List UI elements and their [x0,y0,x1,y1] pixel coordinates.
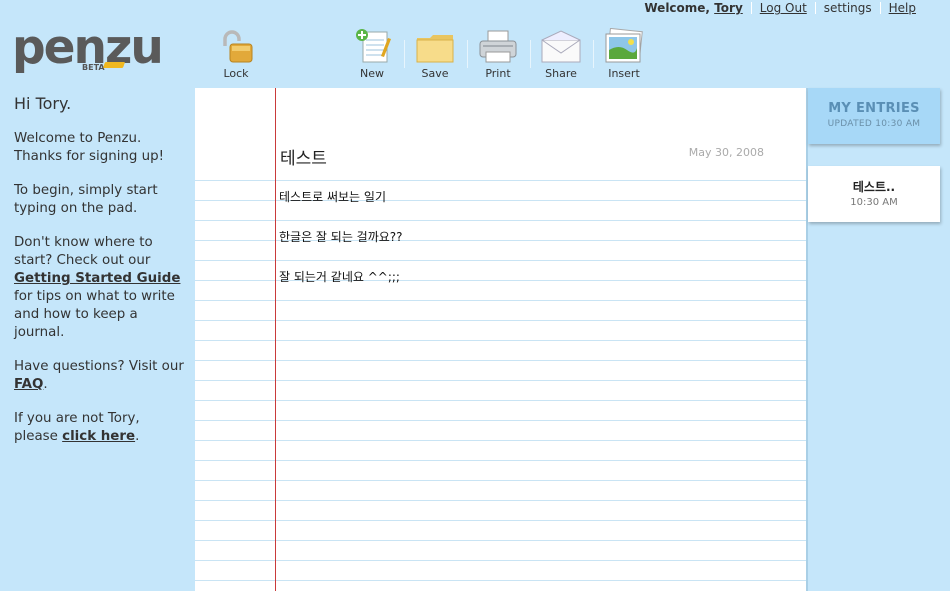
username-link[interactable]: Tory [714,1,743,15]
settings-link[interactable]: settings [824,1,872,15]
welcome-prefix: Welcome, [644,1,710,15]
envelope-icon [531,28,591,66]
my-entries-title: MY ENTRIES [828,101,920,116]
click-here-link[interactable]: click here [62,429,135,444]
print-label: Print [485,67,511,80]
not-user-paragraph: If you are not Tory, please click here. [14,411,140,444]
entry-line[interactable]: 테스트로 써보는 일기 [279,188,386,205]
faq-link[interactable]: FAQ [14,377,43,392]
entry-title[interactable]: 테스트 [280,144,327,169]
journal-pad[interactable]: 테스트 May 30, 2008 테스트로 써보는 일기 한글은 잘 되는 걸까… [195,88,806,591]
lock-icon [206,28,266,66]
entry-card[interactable]: 테스트.. 10:30 AM [808,166,940,222]
share-button[interactable]: Share [531,28,591,80]
faq-paragraph: Have questions? Visit our FAQ. [14,359,184,392]
printer-icon [468,28,528,66]
share-label: Share [545,67,577,80]
entry-date: May 30, 2008 [688,146,764,159]
save-label: Save [421,67,449,80]
save-button[interactable]: Save [405,28,465,80]
print-button[interactable]: Print [468,28,528,80]
folder-icon [405,28,465,66]
new-label: New [360,67,384,80]
divider [814,2,816,14]
logout-link[interactable]: Log Out [760,1,807,15]
divider [879,2,881,14]
getting-started-link[interactable]: Getting Started Guide [14,271,180,286]
begin-paragraph: To begin, simply start typing on the pad… [14,183,158,216]
new-page-icon [342,28,402,66]
divider [750,2,752,14]
guide-paragraph: Don't know where to start? Check out our… [14,234,186,342]
new-button[interactable]: New [342,28,402,80]
photo-icon [594,27,654,66]
margin-line [275,88,276,591]
insert-label: Insert [608,67,640,80]
greeting: Hi Tory. [14,94,72,113]
entry-card-title: 테스트.. [852,180,896,194]
guide-suffix: for tips on what to write and how to kee… [14,289,175,340]
penzu-logo[interactable]: penzu BETA [12,24,164,72]
lock-label: Lock [223,67,249,80]
top-links: Welcome, Tory Log Out settings Help [644,0,950,16]
guide-prefix: Don't know where to start? Check out our [14,235,153,268]
entry-line[interactable]: 한글은 잘 되는 걸까요?? [279,228,403,245]
entry-card-time: 10:30 AM [850,197,898,208]
sidebar: Hi Tory. Welcome to Penzu. Thanks for si… [14,94,186,462]
insert-button[interactable]: Insert [594,27,654,80]
beta-pencil-icon [102,62,126,68]
faq-prefix: Have questions? Visit our [14,359,184,374]
my-entries-button[interactable]: MY ENTRIES UPDATED 10:30 AM [808,88,940,144]
beta-badge: BETA [82,63,105,72]
welcome-text: Welcome, Tory [644,1,742,15]
lock-button[interactable]: Lock [206,28,266,80]
pad-shadow [806,88,808,591]
welcome-paragraph: Welcome to Penzu. Thanks for signing up! [14,131,165,164]
help-link[interactable]: Help [889,1,916,15]
entry-line[interactable]: 잘 되는거 같네요 ^^;;; [279,268,400,285]
updated-time: UPDATED 10:30 AM [827,119,921,129]
